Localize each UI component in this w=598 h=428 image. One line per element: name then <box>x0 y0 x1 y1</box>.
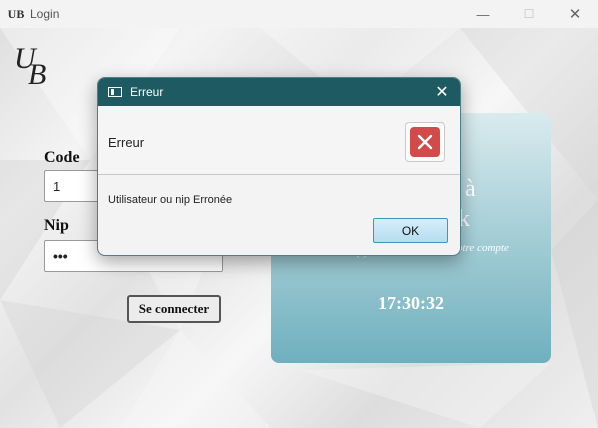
window-title: Login <box>30 7 60 21</box>
dialog-header: Erreur <box>98 106 460 175</box>
login-window: UB Login — ☐ ✕ U B Code 1 Nip ••• Se con… <box>0 0 598 428</box>
dialog-message: Utilisateur ou nip Erronée <box>108 194 233 206</box>
dialog-title: Erreur <box>130 85 164 99</box>
error-icon <box>405 122 445 162</box>
dialog-window-icon <box>108 87 122 97</box>
ok-button[interactable]: OK <box>373 218 448 243</box>
minimize-button[interactable]: — <box>460 0 506 28</box>
logo-letter-b: B <box>28 58 47 91</box>
dialog-title-bar: Erreur ✕ <box>98 78 460 106</box>
nip-label: Nip <box>44 217 69 234</box>
connect-button[interactable]: Se connecter <box>127 295 221 323</box>
close-button[interactable]: ✕ <box>552 0 598 28</box>
panel-subtitle: otre compte <box>457 242 509 254</box>
clock: 17:30:32 <box>378 293 444 313</box>
title-bar: UB Login — ☐ ✕ <box>0 0 598 28</box>
code-label: Code <box>44 149 80 166</box>
dialog-header-text: Erreur <box>108 135 145 150</box>
dialog-close-button[interactable]: ✕ <box>432 82 452 102</box>
app-icon: UB <box>7 6 25 21</box>
maximize-button[interactable]: ☐ <box>506 0 552 28</box>
logo: U B <box>12 42 52 91</box>
panel-text-partial-1: à <box>465 176 476 202</box>
error-dialog: Erreur ✕ Erreur Utilisateur ou nip Erron… <box>97 77 461 256</box>
